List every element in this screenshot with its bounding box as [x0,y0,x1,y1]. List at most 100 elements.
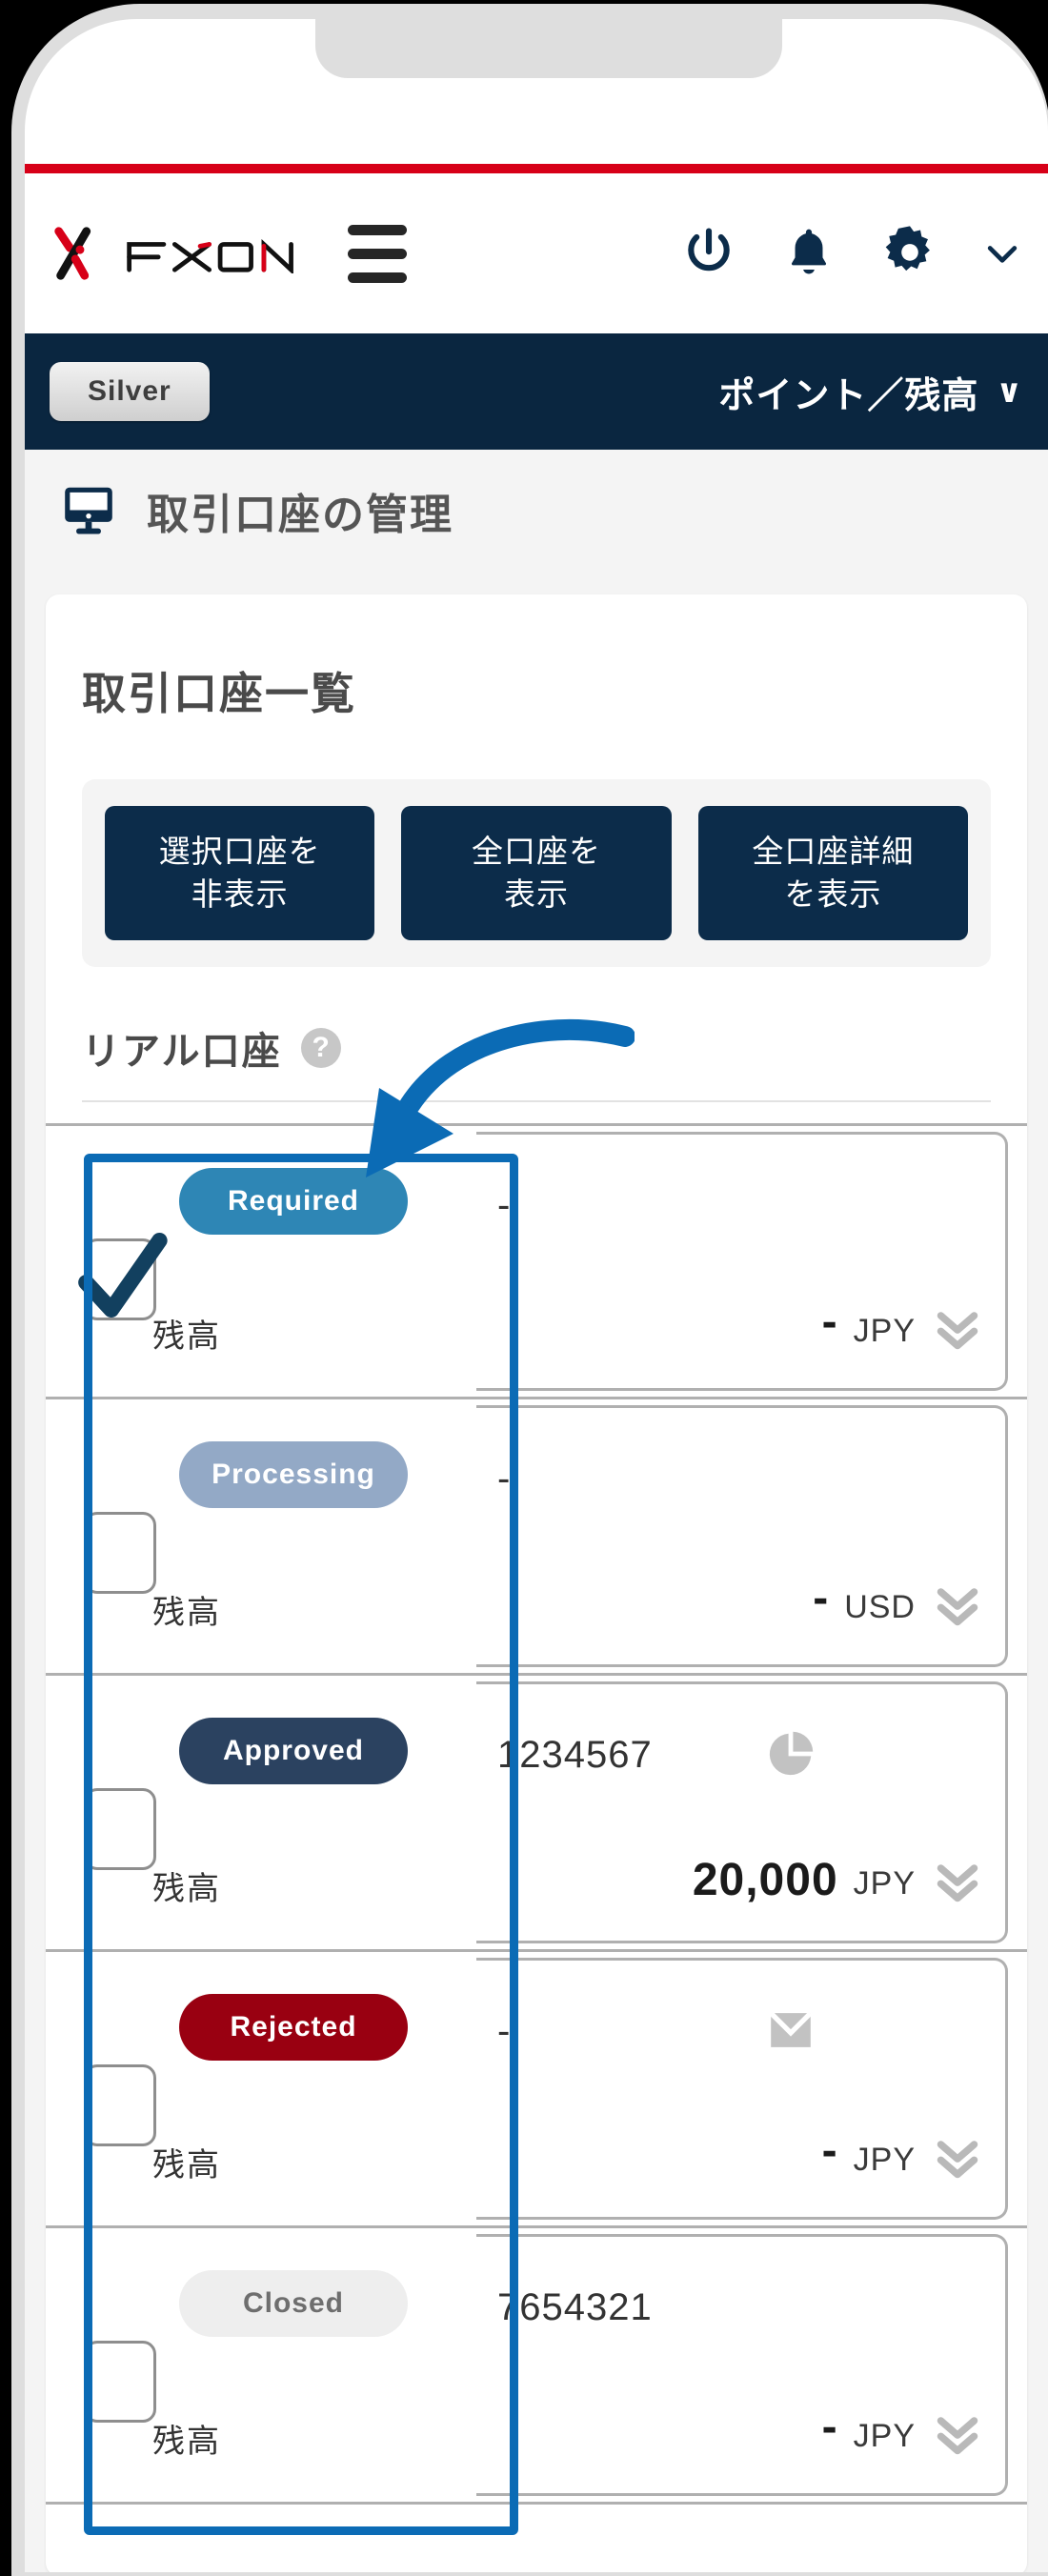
monitor-icon [65,487,112,534]
account-number: 1234567 [497,1734,653,1777]
table-row[interactable]: Closed 残高 7654321 - JPY [46,2228,1027,2506]
chevron-down-icon[interactable] [981,232,1023,274]
row-left-cell: Approved 残高 [46,1676,476,1949]
currency-code: JPY [853,2142,916,2179]
balance-amount-row: 20,000 JPY [693,1853,984,1906]
hamburger-bar [347,248,407,259]
row-checkbox[interactable] [84,1788,156,1871]
button-line-2: を表示 [784,875,882,912]
table-row[interactable]: Required 残高 - - JPY [46,1123,1027,1400]
accounts-card: 取引口座一覧 選択口座を 非表示 全口座を 表示 全口座詳細 を表示 リアル口座… [46,594,1027,2572]
button-line-2: 表示 [503,875,569,912]
phone-screen: Silver ポイント／残高 ∨ 取引口座の管理 取引口座一覧 選択口座を 非表… [25,19,1048,2572]
bell-icon[interactable] [779,224,838,283]
row-left-cell: Rejected 残高 [46,1952,476,2225]
balance-label: 残高 [152,1871,221,1908]
row-right-cell: - - USD [476,1405,1008,1668]
show-all-accounts-button[interactable]: 全口座を 表示 [401,806,672,941]
balance-label: 残高 [152,1595,221,1632]
hide-selected-accounts-button[interactable]: 選択口座を 非表示 [105,806,375,941]
status-badge: Processing [179,1441,408,1509]
question-mark-icon[interactable]: ? [300,1028,341,1069]
app-root: Silver ポイント／残高 ∨ 取引口座の管理 取引口座一覧 選択口座を 非表… [25,19,1048,2572]
hamburger-bar [347,224,407,235]
power-icon[interactable] [678,223,739,284]
balance-amount-row: - JPY [822,1297,984,1356]
status-badge: Rejected [179,1994,408,2062]
card-title: 取引口座一覧 [82,669,356,718]
phone-frame: Silver ポイント／残高 ∨ 取引口座の管理 取引口座一覧 選択口座を 非表… [0,0,1048,2576]
fxon-mark-icon [54,227,91,280]
currency-code: JPY [853,1313,916,1350]
gear-icon[interactable] [878,222,941,285]
double-chevron-down-icon[interactable] [931,2131,984,2184]
currency-code: JPY [853,2418,916,2455]
account-number: 7654321 [497,2286,653,2329]
table-row[interactable]: Rejected 残高 - - JPY [46,1952,1027,2229]
currency-code: JPY [853,1865,916,1902]
accounts-toolbar: 選択口座を 非表示 全口座を 表示 全口座詳細 を表示 [82,779,991,968]
account-status-bar: Silver ポイント／残高 ∨ [25,333,1048,450]
hamburger-menu-button[interactable] [347,224,407,283]
balance-label: 残高 [152,2424,221,2461]
accounts-table: Required 残高 - - JPY Processing 残高 - - US… [46,1123,1027,2506]
membership-rank-chip[interactable]: Silver [50,362,210,421]
pie-chart-icon[interactable] [763,1726,818,1781]
double-chevron-down-icon[interactable] [931,1302,984,1356]
status-badge: Required [179,1168,408,1236]
button-line-1: 選択口座を [158,834,321,869]
button-line-1: 全口座を [471,834,601,869]
row-left-cell: Processing 残高 [46,1399,476,1673]
show-all-account-details-button[interactable]: 全口座詳細 を表示 [697,806,968,941]
balance-amount-row: - JPY [822,2125,984,2184]
balance-amount-row: - JPY [822,2402,984,2461]
section-divider [82,1100,991,1103]
balance-label: 残高 [152,1318,221,1356]
top-bar [25,173,1048,333]
real-accounts-section-header: リアル口座 ? [82,1020,991,1076]
row-right-cell: - - JPY [476,1132,1008,1392]
currency-code: USD [844,1589,916,1626]
balance-amount: - [821,2125,838,2177]
page-title: 取引口座の管理 [147,492,453,538]
row-checkbox[interactable] [84,2064,156,2147]
row-right-cell: - - JPY [476,1958,1008,2221]
table-row[interactable]: Processing 残高 - - USD [46,1399,1027,1677]
mail-icon[interactable] [763,2002,818,2058]
row-right-cell: 1234567 20,000 JPY [476,1681,1008,1944]
table-row[interactable]: Approved 残高 1234567 20,000 JPY [46,1676,1027,1953]
brand-accent-rule [25,164,1048,173]
row-right-cell: 7654321 - JPY [476,2234,1008,2497]
double-chevron-down-icon[interactable] [931,1579,984,1632]
top-bar-actions [678,222,1048,285]
row-left-cell: Closed 残高 [46,2228,476,2502]
fxon-wordmark-icon [127,238,293,273]
balance-amount: - [821,1297,838,1348]
status-badge: Closed [179,2270,408,2338]
balance-amount: 20,000 [692,1855,838,1906]
chevron-down-icon: ∨ [996,373,1023,410]
account-number: - [497,1184,512,1227]
points-balance-dropdown[interactable]: ポイント／残高 ∨ [718,366,1023,418]
account-number: - [497,1458,512,1500]
points-balance-label: ポイント／残高 [718,375,979,416]
phone-notch [315,19,782,78]
balance-amount: - [813,1573,830,1624]
row-checkbox[interactable] [84,1512,156,1595]
account-number: - [497,2010,512,2053]
balance-label: 残高 [152,2147,221,2184]
section-label: リアル口座 [82,1031,282,1074]
hamburger-bar [347,272,407,283]
row-checkbox[interactable] [78,1233,168,1321]
row-checkbox[interactable] [84,2341,156,2424]
status-badge: Approved [179,1718,408,1785]
balance-amount: - [821,2402,838,2453]
row-left-cell: Required 残高 [46,1126,476,1397]
double-chevron-down-icon[interactable] [931,2407,984,2461]
button-line-1: 全口座詳細 [752,834,915,869]
brand-logo[interactable] [50,224,304,283]
balance-amount-row: - USD [813,1573,984,1632]
button-line-2: 非表示 [191,875,289,912]
page-header: 取引口座の管理 [25,450,1048,572]
double-chevron-down-icon[interactable] [931,1855,984,1908]
